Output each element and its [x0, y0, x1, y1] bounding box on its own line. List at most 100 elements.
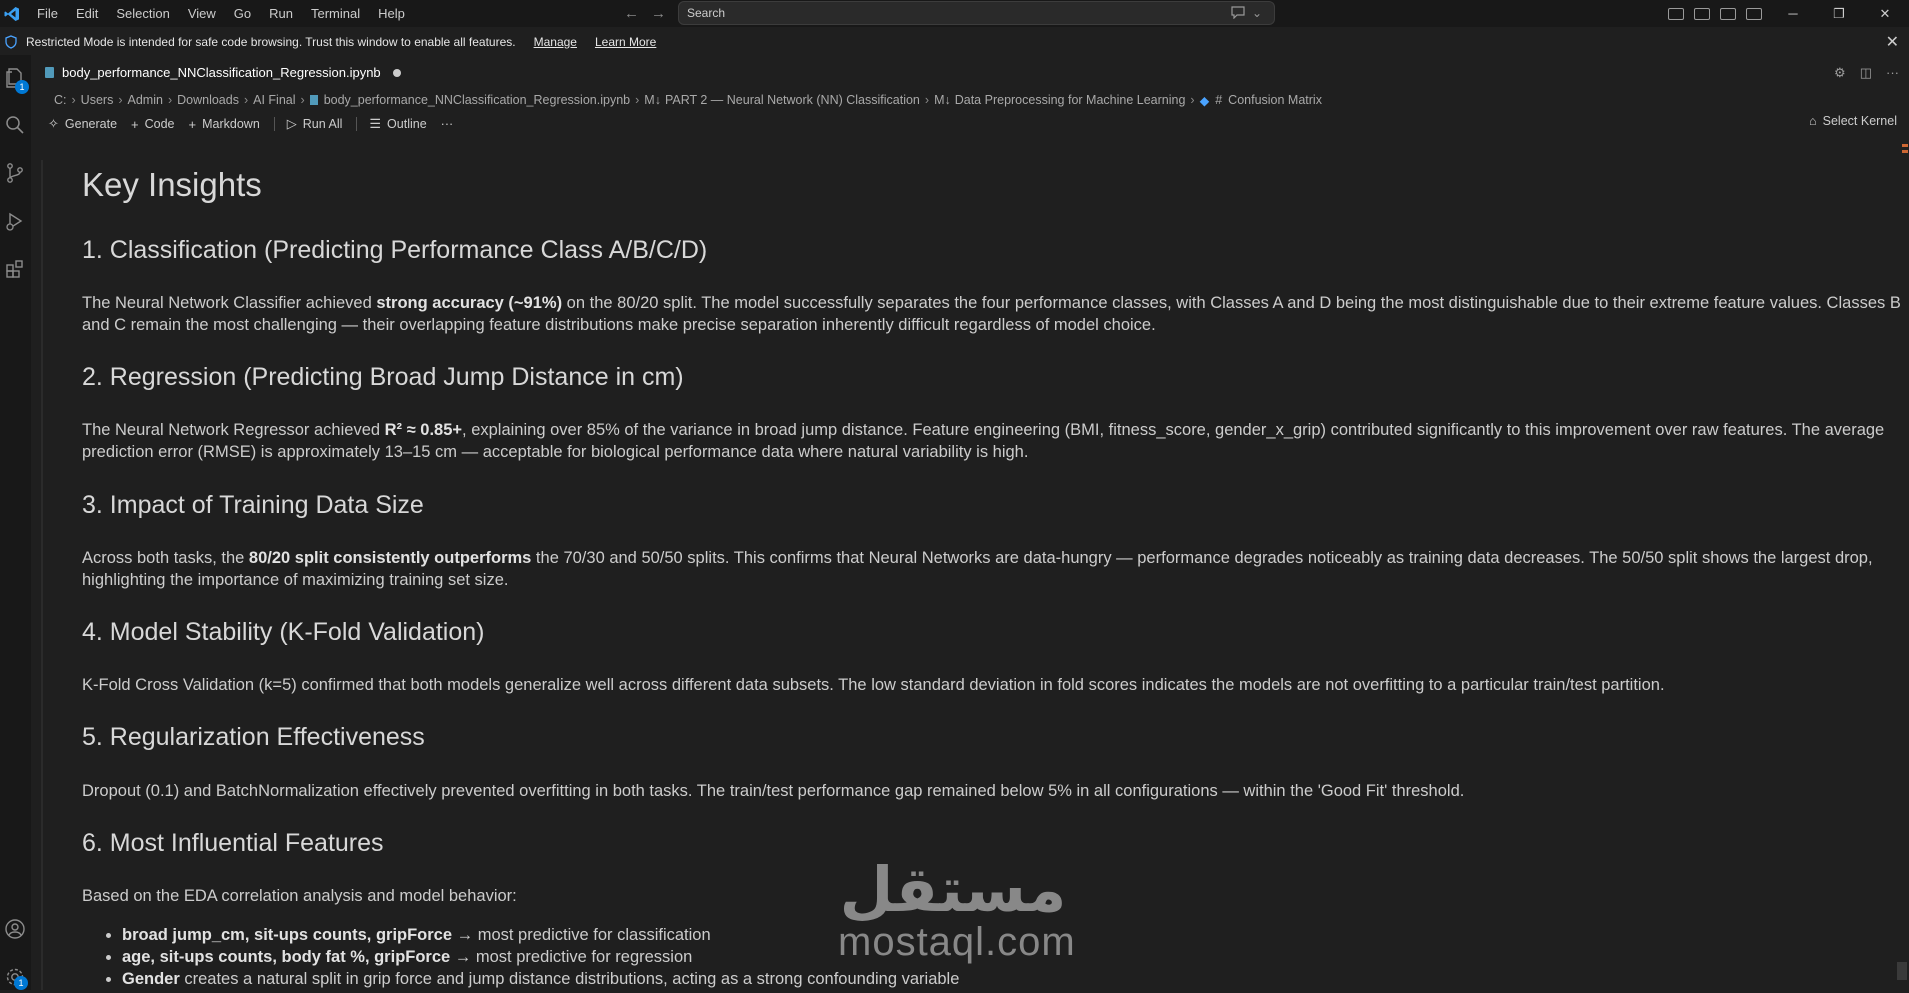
section-heading: 2. Regression (Predicting Broad Jump Dis… [82, 363, 684, 391]
notebook-file-icon [309, 95, 318, 105]
toggle-secondary-sidebar-icon[interactable] [1746, 7, 1762, 20]
watermark-arabic: مستقل [839, 853, 1069, 926]
section-heading: 6. Most Influential Features [82, 829, 384, 857]
menu-view[interactable]: View [179, 0, 225, 27]
close-banner-icon[interactable]: ✕ [1886, 32, 1899, 52]
breadcrumb-admin[interactable]: Admin [128, 93, 163, 107]
notebook-file-icon [45, 67, 54, 78]
breadcrumb-confusion-matrix[interactable]: Confusion Matrix [1228, 93, 1322, 107]
hash-icon: # [1215, 93, 1223, 107]
explorer-icon[interactable]: 1 [4, 67, 29, 94]
code-label: Code [144, 117, 175, 131]
text-run: creates a natural split in grip force an… [179, 970, 960, 988]
notebook-toolbar: ✧ Generate + Code + Markdown ▷ Run All ☰ Outl… [48, 114, 467, 134]
run-all-button[interactable]: ▷ Run All [287, 116, 343, 132]
close-window-icon[interactable]: ✕ [1862, 6, 1908, 22]
menu-edit[interactable]: Edit [67, 0, 107, 27]
tab-notebook[interactable]: body_performance_NNClassification_Regres… [45, 59, 401, 86]
restricted-mode-banner: Restricted Mode is intended for safe cod… [0, 29, 1909, 55]
markdown-icon: M↓ [644, 93, 661, 107]
kernel-label: Select Kernel [1822, 114, 1897, 128]
settings-gear-icon[interactable]: ⚙ [1834, 65, 1846, 81]
customize-layout-icon[interactable] [1668, 7, 1684, 20]
plus-icon: + [131, 116, 139, 132]
section-heading: 3. Impact of Training Data Size [82, 491, 424, 519]
run-debug-icon[interactable] [4, 210, 26, 232]
bold-text: broad jump_cm, sit-ups counts, gripForce [122, 926, 453, 944]
breadcrumb-part2[interactable]: PART 2 — Neural Network (NN) Classificat… [665, 93, 920, 107]
run-all-icon: ▷ [286, 116, 297, 131]
restore-icon[interactable]: ❐ [1816, 6, 1862, 22]
chevron-right-icon: › [118, 93, 123, 107]
breadcrumb-ai-final[interactable]: AI Final [253, 93, 295, 107]
chevron-right-icon: › [1190, 93, 1195, 107]
learn-more-link[interactable]: Learn More [595, 35, 656, 49]
navigation-arrows: ← → [624, 0, 666, 27]
list-icon: ☰ [369, 116, 382, 131]
markdown-cell[interactable]: Key Insights 1. Classification (Predicti… [82, 158, 1902, 988]
text-run: → most predictive for classification [452, 926, 711, 944]
layout-controls [1668, 0, 1762, 27]
toolbar-divider [356, 117, 358, 131]
bold-text: 80/20 split consistently outperforms [248, 549, 532, 567]
manage-link[interactable]: Manage [534, 35, 577, 49]
command-center-search[interactable]: Search [678, 1, 1275, 25]
toggle-sidebar-icon[interactable] [1694, 7, 1710, 20]
breadcrumb: C: › Users › Admin › Downloads › AI Final › b… [54, 91, 1322, 109]
generate-label: Generate [64, 117, 118, 131]
minimize-icon[interactable]: ─ [1770, 6, 1816, 21]
select-kernel-button[interactable]: ⌂ Select Kernel [1809, 114, 1897, 128]
sparkle-icon: ✧ [48, 116, 59, 131]
chevron-right-icon: › [243, 93, 249, 107]
chevron-right-icon: › [167, 93, 173, 107]
scrollbar-thumb[interactable] [1897, 962, 1907, 980]
vscode-logo-icon [4, 6, 20, 22]
copilot-chat-button[interactable]: ⌄ [1230, 3, 1274, 23]
add-code-button[interactable]: + Code [131, 117, 174, 132]
menu-go[interactable]: Go [225, 0, 260, 27]
tab-filename: body_performance_NNClassification_Regres… [62, 65, 381, 80]
search-icon[interactable] [4, 114, 26, 136]
menu-run[interactable]: Run [260, 0, 302, 27]
menu-terminal[interactable]: Terminal [302, 0, 369, 27]
generate-button[interactable]: ✧ Generate [48, 116, 117, 132]
editor-tab-bar: body_performance_NNClassification_Regres… [37, 59, 1909, 86]
breadcrumb-preprocessing[interactable]: Data Preprocessing for Machine Learning [955, 93, 1186, 107]
bold-text: Gender [122, 970, 180, 988]
toggle-panel-icon[interactable] [1720, 7, 1736, 20]
source-control-icon[interactable] [4, 162, 26, 184]
back-arrow-icon[interactable]: ← [624, 5, 639, 22]
add-markdown-button[interactable]: + Markdown [189, 117, 260, 132]
more-toolbar-button[interactable]: ··· [441, 117, 454, 131]
manage-gear-icon[interactable]: 1 [4, 966, 28, 990]
section-heading: 1. Classification (Predicting Performanc… [82, 236, 708, 264]
text-run: → most predictive for regression [450, 948, 693, 966]
breadcrumb-users[interactable]: Users [81, 93, 114, 107]
menu-selection[interactable]: Selection [107, 0, 178, 27]
breadcrumb-downloads[interactable]: Downloads [177, 93, 239, 107]
chevron-down-icon: ⌄ [1252, 6, 1263, 20]
account-icon[interactable] [4, 918, 26, 940]
menu-file[interactable]: File [28, 0, 67, 27]
bold-text: strong accuracy (~91%) [376, 294, 563, 312]
cell-focus-indicator [41, 160, 43, 990]
forward-arrow-icon[interactable]: → [651, 5, 666, 22]
outline-button[interactable]: ☰ Outline [369, 116, 426, 132]
breadcrumb-file[interactable]: body_performance_NNClassification_Regres… [324, 93, 630, 107]
extensions-icon[interactable] [4, 258, 26, 280]
unsaved-dot-icon[interactable] [392, 68, 401, 77]
settings-badge: 1 [14, 976, 28, 990]
menu-help[interactable]: Help [369, 0, 414, 27]
bold-text: R² ≈ 0.85+ [384, 421, 463, 439]
chat-icon [1230, 5, 1246, 22]
run-all-label: Run All [302, 117, 343, 131]
markdown-label: Markdown [202, 117, 260, 131]
chevron-right-icon: › [71, 93, 76, 107]
breadcrumb-drive[interactable]: C: [54, 93, 67, 107]
split-editor-icon[interactable]: ◫ [1860, 65, 1872, 81]
banner-message: Restricted Mode is intended for safe cod… [26, 35, 516, 49]
text-run: The Neural Network Classifier achieved [82, 294, 377, 312]
more-actions-icon[interactable]: ··· [1886, 65, 1899, 81]
chevron-right-icon: › [635, 93, 640, 107]
section-heading: 4. Model Stability (K-Fold Validation) [82, 618, 485, 646]
